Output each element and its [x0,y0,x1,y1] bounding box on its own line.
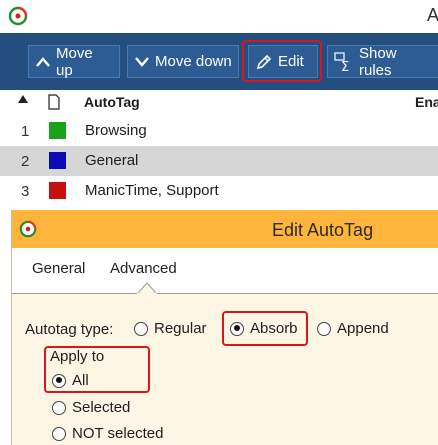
list-header: AutoTag Ena [0,90,438,116]
sigma-icon: Σ [334,51,349,72]
edit-highlight-box [242,40,322,82]
radio-label: Regular [154,320,207,337]
window-title: A [427,5,438,25]
autotag-name: Browsing [85,122,147,139]
radio-button[interactable] [52,400,66,415]
autotag-name: General [85,152,139,169]
row-number: 1 [21,123,30,140]
manictime-logo-icon [19,220,37,238]
radio-append[interactable]: Append [317,320,389,337]
move-down-label: Move down [155,53,232,70]
svg-text:Σ: Σ [341,60,349,72]
radio-regular[interactable]: Regular [134,320,207,337]
document-icon [48,94,60,110]
radio-button[interactable] [134,321,148,336]
apply-to-highlight-box [44,346,150,393]
arrow-up-icon [36,56,50,67]
dialog-title-bar: Edit AutoTag [12,210,438,248]
color-swatch [49,182,66,199]
absorb-highlight-box [222,311,308,346]
move-up-label: Move up [56,44,93,79]
edit-autotag-dialog: Edit AutoTag General Advanced Autotag ty… [11,210,438,445]
sort-up-icon[interactable] [18,95,28,103]
main-title-bar: A [0,0,438,33]
show-rules-button[interactable]: Σ Show rules [327,44,438,79]
radio-not-selected[interactable]: NOT selected [52,425,163,442]
list-item[interactable]: 3 ManicTime, Support [0,176,438,206]
radio-selected[interactable]: Selected [52,399,130,416]
tab-general[interactable]: General [32,260,85,277]
color-swatch [49,122,66,139]
dialog-tabs: General Advanced [12,248,438,294]
column-header-enabled[interactable]: Ena [415,94,438,110]
radio-label: Selected [72,399,131,416]
autotag-name: ManicTime, Support [85,182,219,199]
row-number: 2 [21,153,30,170]
radio-label: NOT selected [72,425,164,442]
dialog-title: Edit AutoTag [272,220,374,240]
radio-button[interactable] [317,321,331,336]
autotag-type-label: Autotag type: [25,321,114,338]
list-item[interactable]: 2 General [0,146,438,176]
arrow-down-icon [135,56,149,67]
row-number: 3 [21,183,30,200]
radio-button[interactable] [52,426,66,441]
manictime-logo-icon [8,6,28,26]
radio-label: Append [337,320,389,337]
active-tab-pointer [137,282,157,294]
column-header-autotag[interactable]: AutoTag [84,94,140,110]
move-up-button[interactable]: Move up [28,44,120,79]
move-down-button[interactable]: Move down [127,45,239,78]
show-rules-label: Show rules [359,44,397,79]
toolbar: Move up Move down Edit Σ Show rules [0,33,438,90]
list-item[interactable]: 1 Browsing [0,116,438,146]
tab-advanced[interactable]: Advanced [110,260,177,277]
color-swatch [49,152,66,169]
